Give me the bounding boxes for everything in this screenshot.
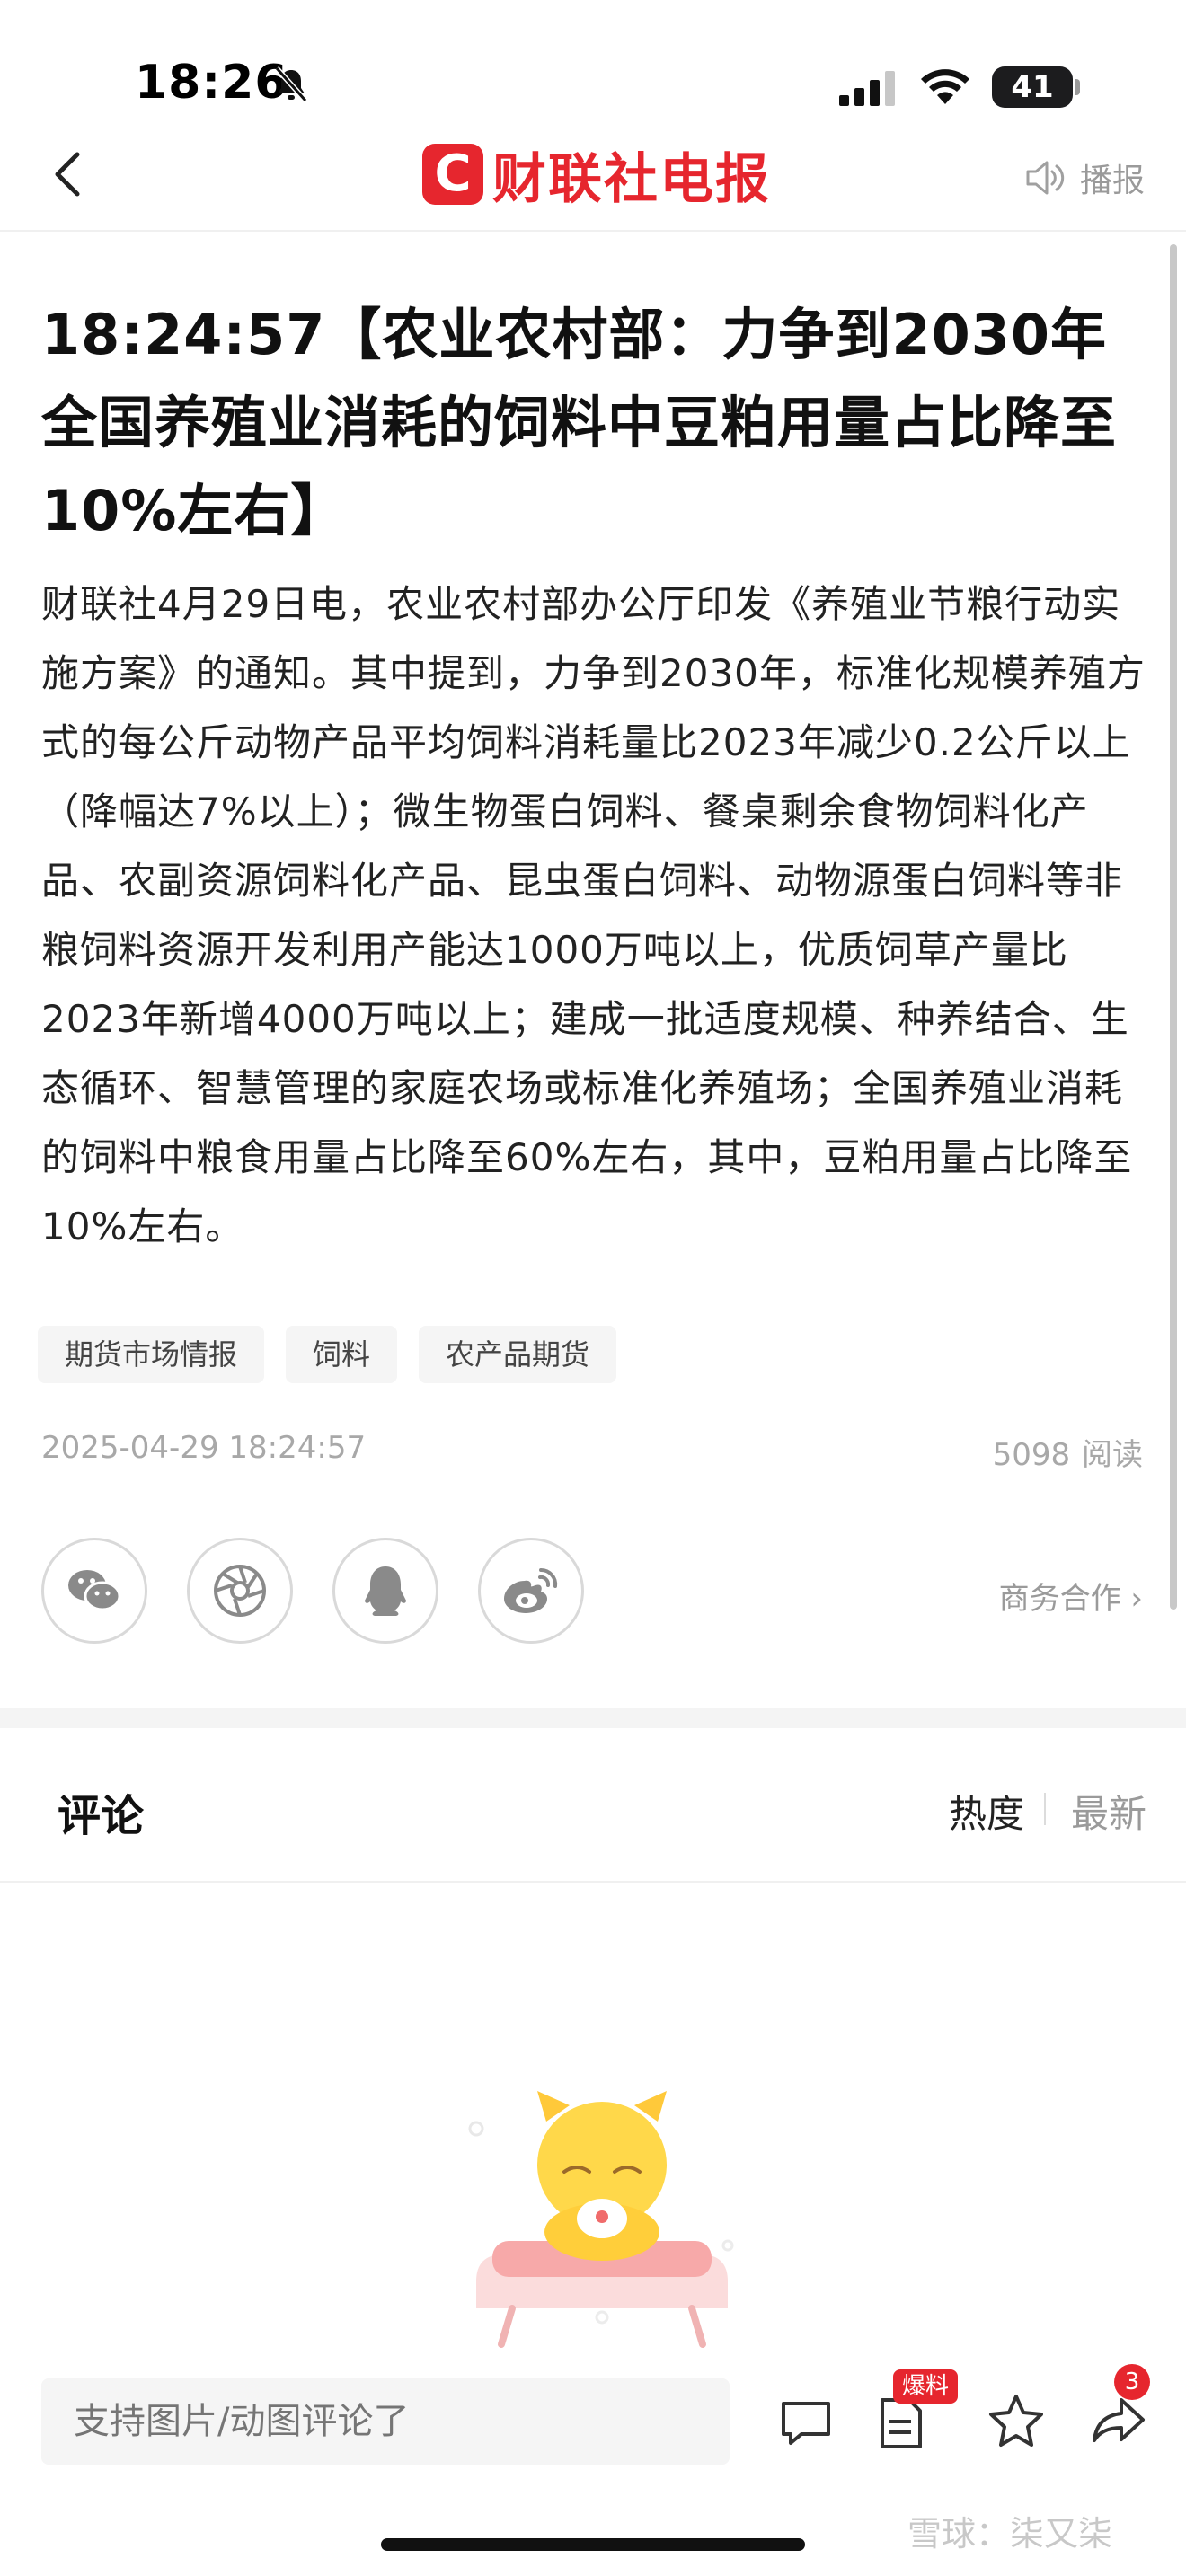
sort-newest-tab[interactable]: 最新	[1071, 1784, 1146, 1839]
section-gap	[0, 1708, 1186, 1728]
speaker-icon[interactable]	[1024, 158, 1066, 198]
tag-feed[interactable]: 饲料	[286, 1326, 398, 1383]
share-weibo-button[interactable]	[478, 1538, 584, 1644]
battery-indicator: 41	[992, 66, 1073, 108]
comment-input[interactable]	[41, 2378, 730, 2465]
home-indicator	[381, 2538, 805, 2551]
moments-icon	[214, 1565, 266, 1617]
comments-divider	[0, 1881, 1186, 1883]
read-count-label: 阅读	[1082, 1437, 1143, 1473]
report-badge: 爆料	[893, 2369, 959, 2404]
brand-header: C 财联社电报	[422, 140, 771, 211]
tag-list: 期货市场情报 饲料 农产品期货	[38, 1326, 617, 1383]
article-headline: 18:24:57【农业农村部：力争到2030年全国养殖业消耗的饲料中豆粕用量占比…	[41, 302, 1118, 543]
comment-icon[interactable]	[776, 2393, 836, 2452]
article-body: 财联社4月29日电，农业农村部办公厅印发《养殖业节粮行动实施方案》的通知。其中提…	[41, 582, 1146, 1248]
sort-separator	[1044, 1793, 1046, 1825]
publish-time: 2025-04-29 18:24:57	[41, 1430, 367, 1466]
share-moments-button[interactable]	[187, 1538, 293, 1644]
back-arrow-icon[interactable]	[50, 151, 86, 198]
share-row	[41, 1538, 584, 1644]
scrollbar[interactable]	[1170, 244, 1177, 1610]
bell-off-icon	[274, 66, 308, 102]
wifi-icon	[921, 69, 969, 104]
tag-agri-futures[interactable]: 农产品期货	[419, 1326, 617, 1383]
weibo-icon	[504, 1567, 558, 1613]
read-count: 5098 阅读	[991, 1430, 1143, 1474]
share-wechat-button[interactable]	[41, 1538, 147, 1644]
status-time: 18:26	[135, 56, 288, 110]
brand-name: 财联社电报	[492, 147, 771, 211]
nav-divider	[0, 230, 1186, 232]
share-icon[interactable]	[1089, 2391, 1148, 2450]
share-qq-button[interactable]	[332, 1538, 438, 1644]
business-cooperation-link[interactable]: 商务合作 ›	[999, 1574, 1143, 1618]
sort-hot-tab[interactable]: 热度	[949, 1784, 1024, 1839]
comments-title: 评论	[58, 1791, 145, 1841]
signal-icon	[839, 71, 895, 106]
watermark: 雪球：柒又柒	[907, 2514, 1113, 2554]
brand-logo: C	[422, 144, 483, 205]
qq-icon	[365, 1566, 406, 1616]
wechat-icon	[68, 1570, 121, 1611]
empty-comments-illustration	[468, 2091, 734, 2348]
star-icon[interactable]	[987, 2391, 1046, 2450]
tag-futures-intel[interactable]: 期货市场情报	[38, 1326, 265, 1383]
read-count-value: 5098	[992, 1437, 1071, 1473]
battery-tip	[1075, 79, 1080, 95]
broadcast-button[interactable]: 播报	[1080, 154, 1145, 201]
share-count-badge: 3	[1114, 2364, 1150, 2400]
